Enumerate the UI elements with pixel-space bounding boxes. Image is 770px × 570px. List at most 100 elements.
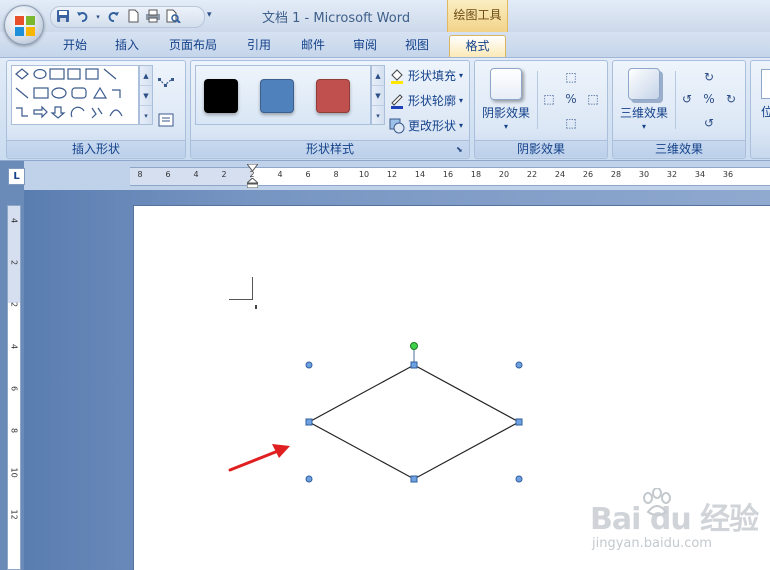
tilt-right-icon[interactable]: ↻ bbox=[723, 91, 739, 107]
tab-references[interactable]: 引用 bbox=[236, 35, 282, 57]
undo-icon[interactable] bbox=[75, 9, 91, 25]
position-icon[interactable] bbox=[761, 69, 770, 99]
shadow-toggle-icon[interactable]: % bbox=[563, 91, 579, 107]
separator bbox=[675, 71, 676, 129]
ruler-tick-label: 18 bbox=[470, 170, 482, 179]
baidu-watermark: Bai du 经验 jingyan.baidu.com bbox=[590, 488, 770, 564]
tilt-up-icon[interactable]: ↻ bbox=[701, 69, 717, 85]
group-arrange-partial: 位 bbox=[750, 60, 770, 159]
gallery-more-icon[interactable]: ▾ bbox=[372, 106, 384, 126]
drawing-tools-context-header: 绘图工具 bbox=[447, 0, 508, 32]
shapes-gallery-scroll[interactable]: ▲ ▼ ▾ bbox=[139, 65, 153, 125]
margin-corner-mark bbox=[229, 277, 253, 300]
title-bar: ▾ ▾ 文档 1 - Microsoft Word 绘图工具 bbox=[0, 0, 770, 32]
shadow-nudge-down-icon[interactable]: ⬚ bbox=[563, 115, 579, 131]
tab-home[interactable]: 开始 bbox=[52, 35, 98, 57]
change-shape-icon bbox=[389, 118, 405, 134]
group-shadow-effects: 阴影效果 ▾ ⬚ ⬚ % ⬚ ⬚ 阴影效果 bbox=[474, 60, 608, 159]
quick-access-toolbar: ▾ bbox=[50, 6, 205, 28]
horizontal-ruler[interactable]: 8 6 4 2 2 4 6 8 10 12 14 16 18 20 22 24 26 28 30 32 34 36 bbox=[130, 167, 770, 186]
shape-outline-button[interactable]: 形状轮廓 ▾ bbox=[389, 91, 463, 111]
print-preview-icon[interactable] bbox=[165, 9, 181, 25]
ruler-tick-label: 8 bbox=[137, 170, 143, 179]
text-box-icon[interactable] bbox=[157, 111, 175, 129]
edit-points-icon[interactable] bbox=[157, 75, 175, 93]
shadow-nudge-right-icon[interactable]: ⬚ bbox=[585, 91, 601, 107]
ruler-tick-label: 4 bbox=[277, 170, 283, 179]
ribbon: ▲ ▼ ▾ 插入形状 ▲ ▼ ▾ 形状填充 ▾ 形状轮廓 ▾ 更改形状 ▾ 形状… bbox=[0, 57, 770, 161]
ruler-tick-label: 12 bbox=[386, 170, 398, 179]
watermark-url: jingyan.baidu.com bbox=[592, 536, 712, 551]
dialog-launcher-icon[interactable]: ⬊ bbox=[456, 145, 466, 155]
scroll-down-icon[interactable]: ▼ bbox=[372, 86, 384, 106]
threed-effects-button[interactable]: 三维效果 ▾ bbox=[615, 65, 673, 131]
separator bbox=[537, 71, 538, 129]
group-label-insert-shapes: 插入形状 bbox=[7, 140, 185, 157]
office-logo-icon bbox=[15, 16, 35, 36]
ruler-tick-label: 36 bbox=[722, 170, 734, 179]
shapes-gallery-icons[interactable] bbox=[12, 66, 140, 126]
ribbon-tabs: 开始 插入 页面布局 引用 邮件 审阅 视图 格式 bbox=[0, 32, 770, 57]
shape-outline-label: 形状轮廓 bbox=[408, 94, 457, 108]
ruler-tick-label: 14 bbox=[414, 170, 426, 179]
scroll-up-icon[interactable]: ▲ bbox=[140, 66, 152, 86]
shape-fill-button[interactable]: 形状填充 ▾ bbox=[389, 66, 463, 86]
window-title: 文档 1 - Microsoft Word bbox=[262, 11, 411, 26]
ruler-tick-label: 10 bbox=[358, 170, 370, 179]
group-3d-effects: 三维效果 ▾ ↻ ↺ % ↻ ↺ 三维效果 bbox=[612, 60, 746, 159]
group-label-shape-styles: 形状样式 bbox=[191, 140, 469, 157]
vertical-ruler[interactable]: 4 2 2 4 6 8 10 12 bbox=[7, 205, 21, 570]
shape-fill-label: 形状填充 bbox=[408, 69, 457, 83]
style-swatch-black[interactable] bbox=[204, 79, 238, 113]
group-insert-shapes: ▲ ▼ ▾ 插入形状 bbox=[6, 60, 186, 159]
tab-view[interactable]: 视图 bbox=[394, 35, 440, 57]
tilt-left-icon[interactable]: ↺ bbox=[679, 91, 695, 107]
customize-toolbar-icon[interactable]: ▾ bbox=[207, 10, 212, 20]
ruler-tick-label: 4 bbox=[9, 217, 19, 224]
tilt-down-icon[interactable]: ↺ bbox=[701, 115, 717, 131]
tab-page-layout[interactable]: 页面布局 bbox=[160, 35, 226, 57]
ruler-tick-label: 26 bbox=[582, 170, 594, 179]
position-label[interactable]: 位 bbox=[761, 103, 770, 120]
threed-toggle-icon[interactable]: % bbox=[701, 91, 717, 107]
ruler-tick-label: 4 bbox=[193, 170, 199, 179]
tab-insert[interactable]: 插入 bbox=[104, 35, 150, 57]
chevron-down-icon: ▾ bbox=[503, 122, 508, 131]
tab-format[interactable]: 格式 bbox=[449, 35, 506, 57]
scroll-down-icon[interactable]: ▼ bbox=[140, 86, 152, 106]
print-icon[interactable] bbox=[145, 9, 161, 25]
ruler-tick-label: 2 bbox=[221, 170, 227, 179]
tab-review[interactable]: 审阅 bbox=[342, 35, 388, 57]
first-line-indent-marker[interactable] bbox=[247, 164, 258, 171]
shapes-gallery bbox=[11, 65, 139, 125]
watermark-brand: Bai du 经验 bbox=[590, 502, 759, 537]
style-swatch-blue[interactable] bbox=[260, 79, 294, 113]
undo-dropdown-icon[interactable]: ▾ bbox=[95, 9, 101, 25]
tab-selector-button[interactable]: L bbox=[8, 168, 25, 185]
tab-mailings[interactable]: 邮件 bbox=[290, 35, 336, 57]
ruler-tick-label: 24 bbox=[554, 170, 566, 179]
redo-icon[interactable] bbox=[105, 9, 121, 25]
gallery-more-icon[interactable]: ▾ bbox=[140, 106, 152, 126]
shadow-effects-button[interactable]: 阴影效果 ▾ bbox=[477, 65, 535, 131]
style-swatch-red[interactable] bbox=[316, 79, 350, 113]
style-gallery-scroll[interactable]: ▲ ▼ ▾ bbox=[371, 65, 385, 125]
scroll-up-icon[interactable]: ▲ bbox=[372, 66, 384, 86]
new-document-icon[interactable] bbox=[125, 9, 141, 25]
pen-icon bbox=[391, 94, 403, 109]
ruler-tick-label: 22 bbox=[526, 170, 538, 179]
chevron-down-icon: ▾ bbox=[641, 122, 646, 131]
shadow-nudge-up-icon[interactable]: ⬚ bbox=[563, 69, 579, 85]
chevron-down-icon: ▾ bbox=[459, 96, 464, 105]
ruler-tick-label: 2 bbox=[9, 259, 19, 266]
ruler-tick-label: 6 bbox=[305, 170, 311, 179]
change-shape-button[interactable]: 更改形状 ▾ bbox=[389, 116, 463, 136]
group-label-shadow-effects: 阴影效果 bbox=[475, 140, 607, 157]
shadow-nudge-left-icon[interactable]: ⬚ bbox=[541, 91, 557, 107]
group-label-3d-effects: 三维效果 bbox=[613, 140, 745, 157]
group-shape-styles: ▲ ▼ ▾ 形状填充 ▾ 形状轮廓 ▾ 更改形状 ▾ 形状样式 ⬊ bbox=[190, 60, 470, 159]
hanging-indent-marker[interactable] bbox=[247, 178, 258, 188]
save-icon[interactable] bbox=[55, 9, 71, 25]
office-button[interactable] bbox=[4, 5, 44, 45]
ruler-tick-label: 34 bbox=[694, 170, 706, 179]
